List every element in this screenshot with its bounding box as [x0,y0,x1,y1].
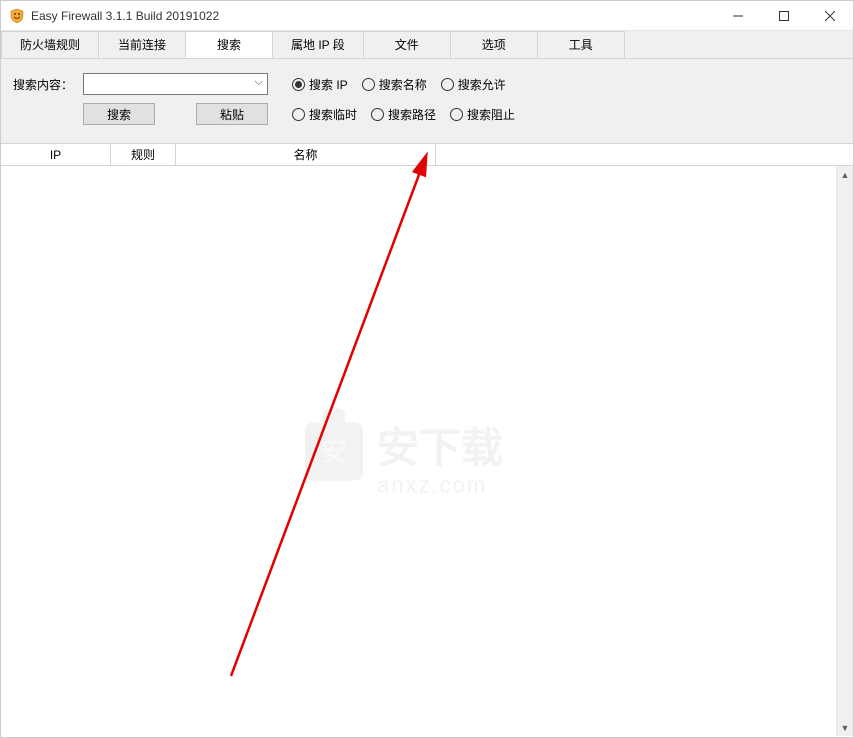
svg-text:安: 安 [321,437,347,467]
radio-search-name[interactable]: 搜索名称 [362,76,427,93]
vertical-scrollbar[interactable]: ▲ ▼ [836,166,853,736]
radio-icon [292,108,305,121]
scroll-down-icon: ▼ [837,719,853,736]
watermark: 安 安下载 anxz.com [297,395,557,508]
tab-firewall-rules[interactable]: 防火墙规则 [1,31,99,58]
search-panel: 搜索内容： 搜索 IP 搜索名称 搜索允许 搜索 粘贴 搜索临时 [1,59,853,143]
annotation-arrow [201,146,451,686]
radio-label: 搜索允许 [458,76,506,93]
scroll-up-icon: ▲ [837,166,853,183]
radio-icon [371,108,384,121]
radio-label: 搜索临时 [309,106,357,123]
watermark-text: 安下载 [377,425,503,472]
close-button[interactable] [807,1,853,30]
tab-options[interactable]: 选项 [450,31,538,58]
radio-search-allow[interactable]: 搜索允许 [441,76,506,93]
minimize-button[interactable] [715,1,761,30]
radio-icon [441,78,454,91]
column-ip[interactable]: IP [1,144,111,165]
window-titlebar: Easy Firewall 3.1.1 Build 20191022 [1,1,853,31]
radio-icon [450,108,463,121]
tab-tools[interactable]: 工具 [537,31,625,58]
results-table: IP 规则 名称 安 安下载 anxz.com [1,143,853,736]
column-spacer [436,144,853,165]
radio-search-temp[interactable]: 搜索临时 [292,106,357,123]
radio-icon [292,78,305,91]
radio-label: 搜索路径 [388,106,436,123]
maximize-button[interactable] [761,1,807,30]
column-name[interactable]: 名称 [176,144,436,165]
window-controls [715,1,853,30]
radio-label: 搜索名称 [379,76,427,93]
table-header: IP 规则 名称 [1,144,853,166]
tab-current-connections[interactable]: 当前连接 [98,31,186,58]
tab-ip-ranges[interactable]: 属地 IP 段 [272,31,364,58]
search-button[interactable]: 搜索 [83,103,155,125]
window-title: Easy Firewall 3.1.1 Build 20191022 [31,9,715,23]
radio-search-ip[interactable]: 搜索 IP [292,76,348,93]
paste-button[interactable]: 粘贴 [196,103,268,125]
watermark-url: anxz.com [377,473,487,498]
radio-search-path[interactable]: 搜索路径 [371,106,436,123]
table-body: 安 安下载 anxz.com ▲ ▼ [1,166,853,736]
radio-label: 搜索阻止 [467,106,515,123]
main-tabbar: 防火墙规则 当前连接 搜索 属地 IP 段 文件 选项 工具 [1,31,853,59]
search-content-label: 搜索内容： [13,76,83,93]
tab-search[interactable]: 搜索 [185,31,273,58]
column-rule[interactable]: 规则 [111,144,176,165]
radio-search-block[interactable]: 搜索阻止 [450,106,515,123]
app-icon [9,8,25,24]
radio-label: 搜索 IP [309,76,348,93]
radio-icon [362,78,375,91]
search-input-combo[interactable] [83,73,268,95]
tab-files[interactable]: 文件 [363,31,451,58]
